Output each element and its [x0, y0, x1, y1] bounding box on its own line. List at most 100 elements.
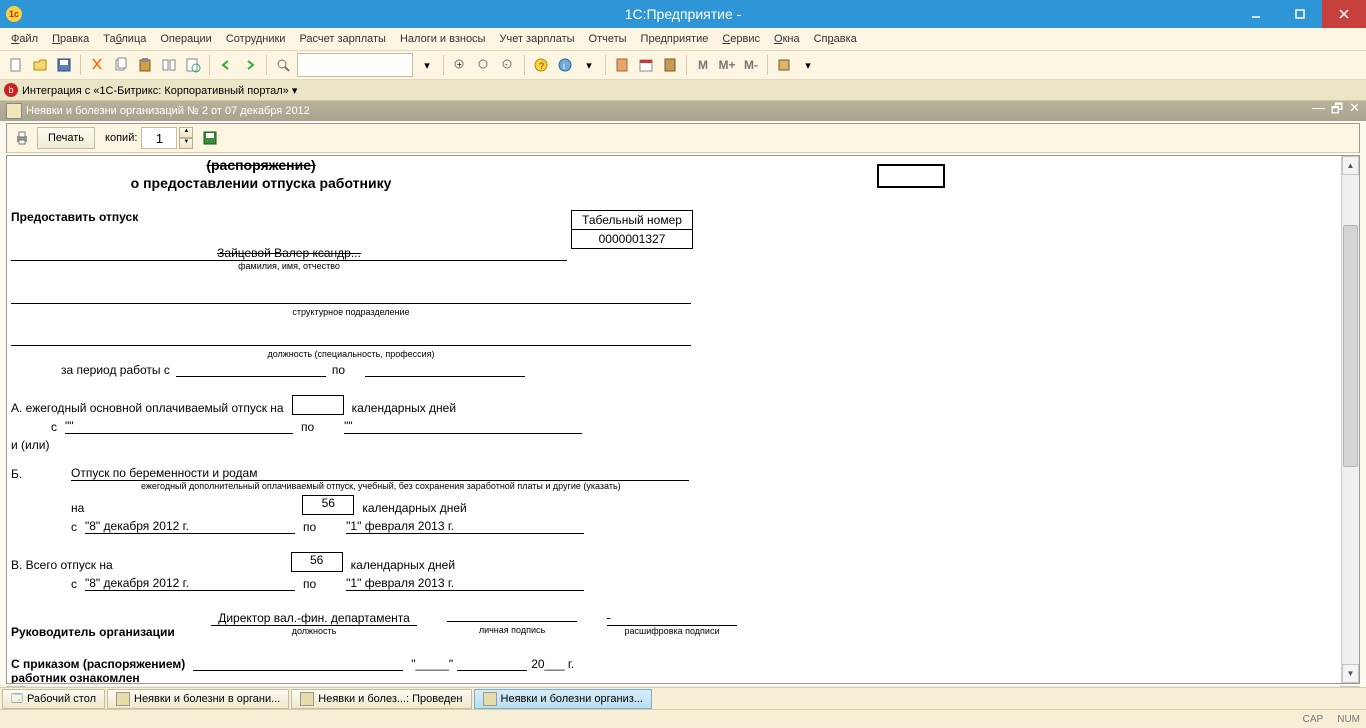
tab-minimize-icon[interactable]: —: [1312, 100, 1325, 122]
calc-icon[interactable]: [611, 54, 633, 76]
days-total-box: 56: [291, 552, 343, 572]
date-to-b: "1" февраля 2013 г.: [346, 519, 584, 534]
menu-service[interactable]: Сервис: [715, 31, 767, 47]
main-menu: Файл Правка Таблица Операции Сотрудники …: [0, 28, 1366, 51]
zoom-out-icon[interactable]: -: [497, 54, 519, 76]
window-titlebar: 1c 1C:Предприятие -: [0, 0, 1366, 28]
minimize-button[interactable]: [1234, 0, 1278, 28]
calendar-icon[interactable]: [635, 54, 657, 76]
undo-icon[interactable]: [215, 54, 237, 76]
date-from-b: "8" декабря 2012 г.: [85, 519, 295, 534]
settings-dropdown-icon[interactable]: ▾: [797, 54, 819, 76]
menu-help[interactable]: Справка: [807, 31, 864, 47]
menu-reports[interactable]: Отчеты: [582, 31, 634, 47]
menu-payroll[interactable]: Расчет зарплаты: [292, 31, 393, 47]
new-doc-icon[interactable]: [5, 54, 27, 76]
document-tab-header: Неявки и болезни организаций № 2 от 07 д…: [0, 101, 1366, 121]
order-header: (распоряжение) о предоставлении отпуска …: [61, 156, 461, 192]
leave-type-caption: ежегодный дополнительный оплачиваемый от…: [71, 481, 821, 491]
copies-input[interactable]: [141, 127, 177, 149]
copies-spinner[interactable]: ▲▼: [179, 127, 193, 149]
taskbar-tab-3[interactable]: Неявки и болезни организ...: [474, 689, 652, 709]
settings-icon[interactable]: [773, 54, 795, 76]
document-icon: [6, 103, 22, 119]
print-button[interactable]: Печать: [37, 127, 95, 149]
cut-icon[interactable]: [86, 54, 108, 76]
open-icon[interactable]: [29, 54, 51, 76]
menu-employees[interactable]: Сотрудники: [219, 31, 293, 47]
paste-icon[interactable]: [134, 54, 156, 76]
redo-icon[interactable]: [239, 54, 261, 76]
search-dropdown-icon[interactable]: ▾: [416, 54, 438, 76]
svg-text:i: i: [563, 61, 565, 71]
find-icon[interactable]: [272, 54, 294, 76]
close-button[interactable]: [1322, 0, 1366, 28]
bitrix-panel[interactable]: b Интеграция с «1С-Битрикс: Корпоративны…: [0, 80, 1366, 101]
grant-leave-label: Предоставить отпуск: [11, 210, 571, 224]
menu-file[interactable]: Файл: [4, 31, 45, 47]
memory-m-button[interactable]: M: [692, 54, 714, 76]
main-toolbar: ▾ + - ? i ▾ M M+ M- ▾: [0, 51, 1366, 80]
save-print-icon[interactable]: [201, 129, 219, 147]
code-box: [877, 164, 945, 188]
menu-enterprise[interactable]: Предприятие: [634, 31, 716, 47]
fio-value: Зайцевой Валер ксандр...: [11, 246, 567, 261]
zoom-default-icon[interactable]: [473, 54, 495, 76]
menu-table[interactable]: Таблица: [96, 31, 153, 47]
menu-operations[interactable]: Операции: [153, 31, 218, 47]
save-icon[interactable]: [53, 54, 75, 76]
search-input[interactable]: [297, 53, 413, 77]
position-caption: должность (специальность, профессия): [11, 349, 691, 359]
taskbar-tab-1[interactable]: Неявки и болезни в органи...: [107, 689, 289, 709]
vertical-scrollbar[interactable]: ▲ ▼: [1341, 156, 1359, 683]
days-b-box: 56: [302, 495, 354, 515]
tab-number-value: 0000001327: [572, 230, 692, 248]
taskbar-tab-desktop[interactable]: 🗔 Рабочий стол: [2, 689, 105, 709]
memory-mplus-button[interactable]: M+: [716, 54, 738, 76]
memory-mminus-button[interactable]: M-: [740, 54, 762, 76]
maximize-button[interactable]: [1278, 0, 1322, 28]
document-viewport: (распоряжение) о предоставлении отпуска …: [6, 155, 1360, 684]
clipboard-icon[interactable]: [659, 54, 681, 76]
document-icon: [300, 692, 314, 706]
help-icon[interactable]: ?: [530, 54, 552, 76]
compare-icon[interactable]: [158, 54, 180, 76]
document-icon: [116, 692, 130, 706]
svg-text:-: -: [505, 60, 508, 69]
menu-accounting[interactable]: Учет зарплаты: [492, 31, 581, 47]
fio-caption: фамилия, имя, отчество: [11, 261, 567, 271]
tab-close-icon[interactable]: ✕: [1349, 100, 1360, 122]
menu-windows[interactable]: Окна: [767, 31, 807, 47]
head-label: Руководитель организации: [11, 611, 211, 639]
zoom-in-icon[interactable]: +: [449, 54, 471, 76]
status-num: NUM: [1337, 714, 1360, 725]
svg-text:+: +: [457, 60, 462, 69]
taskbar-tab-2[interactable]: Неявки и болез...: Проведен: [291, 689, 471, 709]
period-label: за период работы с: [61, 363, 170, 377]
svg-text:?: ?: [539, 61, 544, 71]
printer-icon[interactable]: [13, 129, 31, 147]
days-a-box: [292, 395, 344, 415]
scroll-thumb[interactable]: [1343, 225, 1358, 467]
section-b-label: Б.: [11, 467, 71, 481]
acq-line2: работник ознакомлен: [11, 671, 1341, 683]
print-preview-icon[interactable]: [182, 54, 204, 76]
scroll-down-icon[interactable]: ▼: [1342, 664, 1359, 683]
menu-taxes[interactable]: Налоги и взносы: [393, 31, 493, 47]
section-v-label: В. Всего отпуск на: [11, 558, 113, 572]
tab-number-header: Табельный номер: [572, 211, 692, 230]
info-icon[interactable]: i: [554, 54, 576, 76]
document-tab-title: Неявки и болезни организаций № 2 от 07 д…: [26, 105, 310, 117]
copy-icon[interactable]: [110, 54, 132, 76]
bitrix-label: Интеграция с «1С-Битрикс: Корпоративный …: [22, 84, 297, 97]
window-taskbar: 🗔 Рабочий стол Неявки и болезни в органи…: [0, 687, 1366, 710]
document-icon: [483, 692, 497, 706]
head-position-value: Директор вал.-фин. департамента: [211, 611, 417, 626]
dept-caption: структурное подразделение: [11, 307, 691, 317]
scroll-up-icon[interactable]: ▲: [1342, 156, 1359, 175]
tab-restore-icon[interactable]: 🗗: [1331, 100, 1343, 122]
window-title: 1C:Предприятие -: [0, 6, 1366, 22]
and-or-label: и (или): [11, 438, 49, 452]
info-dropdown-icon[interactable]: ▾: [578, 54, 600, 76]
menu-edit[interactable]: Правка: [45, 31, 96, 47]
